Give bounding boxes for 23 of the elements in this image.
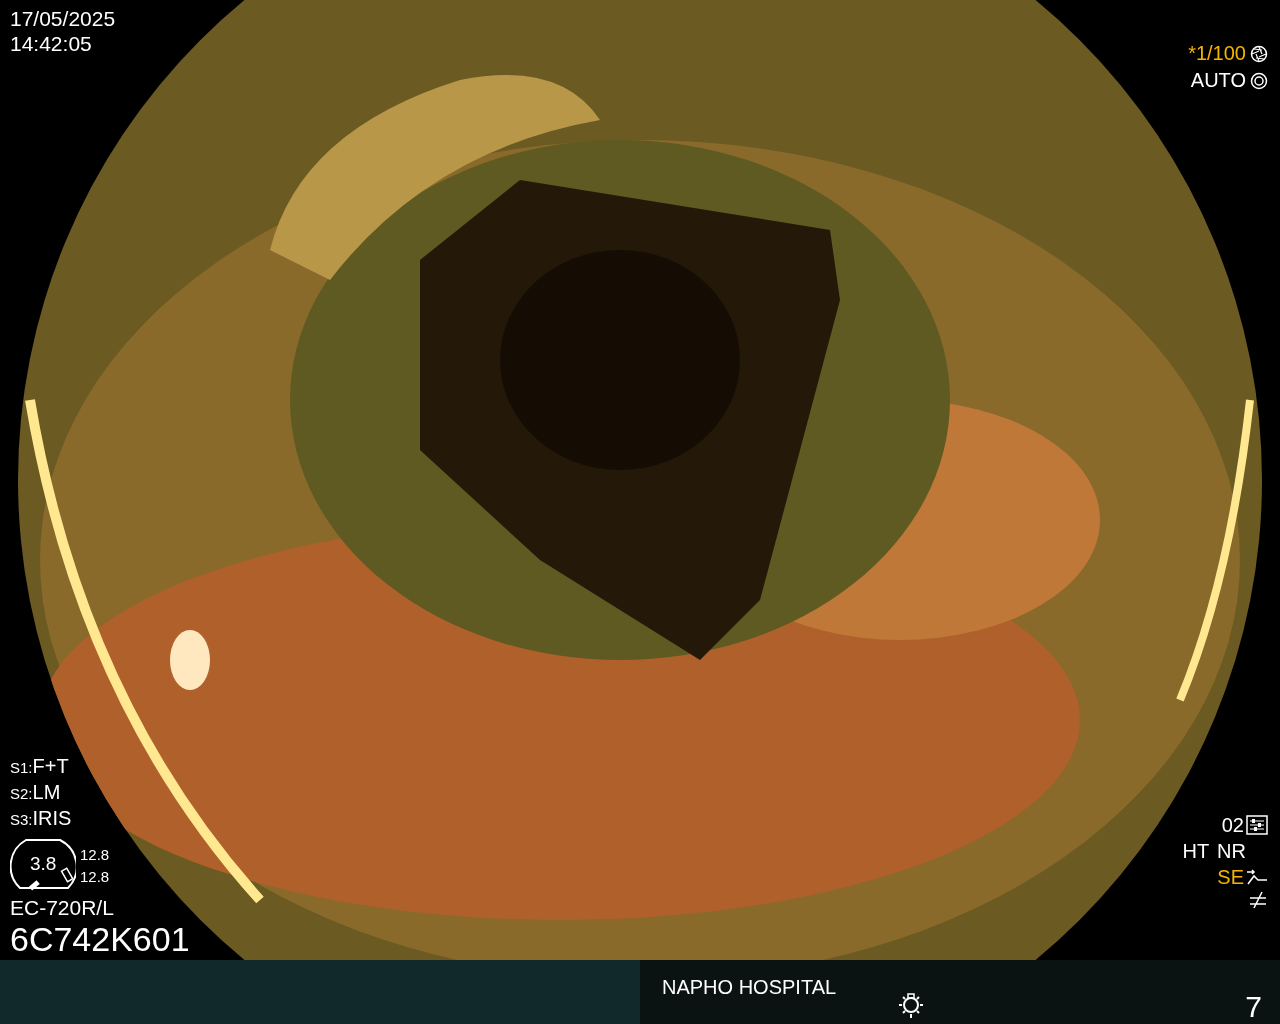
gauge-reading: 12.8 bbox=[80, 867, 110, 887]
time-text: 14:42:05 bbox=[10, 31, 93, 56]
mode-label: NR bbox=[1217, 839, 1246, 864]
curve-icon bbox=[1246, 868, 1268, 886]
scope-setting: S2:LM bbox=[10, 780, 62, 805]
date-text: 17/05/2025 bbox=[10, 6, 117, 31]
serial-number: 6C742K601 bbox=[10, 920, 190, 958]
scope-setting: S3:IRIS bbox=[10, 806, 73, 831]
iris-icon bbox=[1250, 71, 1268, 90]
aperture-icon bbox=[1250, 44, 1268, 63]
exposure-mode: AUTO bbox=[1190, 68, 1246, 93]
scope-model: EC-720R/L bbox=[10, 896, 115, 920]
not-equal-icon bbox=[1248, 890, 1268, 910]
structure-label: SE bbox=[1217, 865, 1244, 890]
mode-label: HT bbox=[1182, 839, 1210, 864]
shutter-speed: *1/100 bbox=[1188, 41, 1246, 66]
scope-setting: S1:F+T bbox=[10, 754, 70, 779]
hospital-name: NAPHO HOSPITAL bbox=[662, 975, 837, 1000]
sliders-icon bbox=[1246, 815, 1268, 835]
enhancement-level: 02 bbox=[1221, 813, 1244, 838]
page-number: 7 bbox=[1245, 989, 1262, 1024]
gauge-value: 3.8 bbox=[30, 852, 57, 876]
gauge-reading: 12.8 bbox=[80, 845, 110, 865]
